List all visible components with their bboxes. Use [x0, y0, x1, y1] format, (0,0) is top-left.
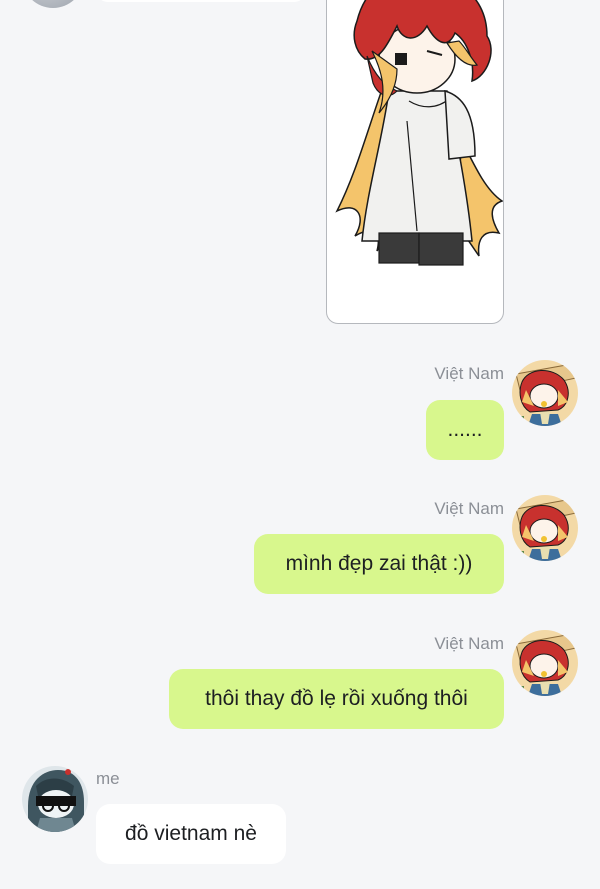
character-avatar-icon	[512, 360, 578, 426]
image-message[interactable]	[326, 0, 504, 324]
sender-name: me	[96, 769, 120, 788]
avatar[interactable]	[22, 766, 88, 832]
avatar[interactable]	[512, 360, 578, 426]
sender-name: Việt Nam	[434, 634, 504, 653]
message-bubble[interactable]: đồ vietnam nè	[96, 804, 286, 864]
sender-name: Việt Nam	[434, 499, 504, 518]
character-avatar-icon	[22, 766, 88, 832]
sender-name: Việt Nam	[434, 364, 504, 383]
message-bubble[interactable]: ......	[426, 400, 504, 460]
message-bubble[interactable]: mình đẹp zai thật :))	[254, 534, 504, 594]
previous-message-bubble[interactable]	[96, 0, 306, 2]
chat-thread: Việt Nam ...... Việt Nam mình đẹp zai th…	[0, 0, 600, 889]
message-bubble[interactable]: thôi thay đồ lẹ rồi xuống thôi	[169, 669, 504, 729]
character-drawing-image	[335, 0, 503, 266]
avatar[interactable]	[512, 495, 578, 561]
character-avatar-icon	[512, 630, 578, 696]
avatar[interactable]	[512, 630, 578, 696]
previous-avatar[interactable]	[22, 0, 84, 8]
character-avatar-icon	[512, 495, 578, 561]
